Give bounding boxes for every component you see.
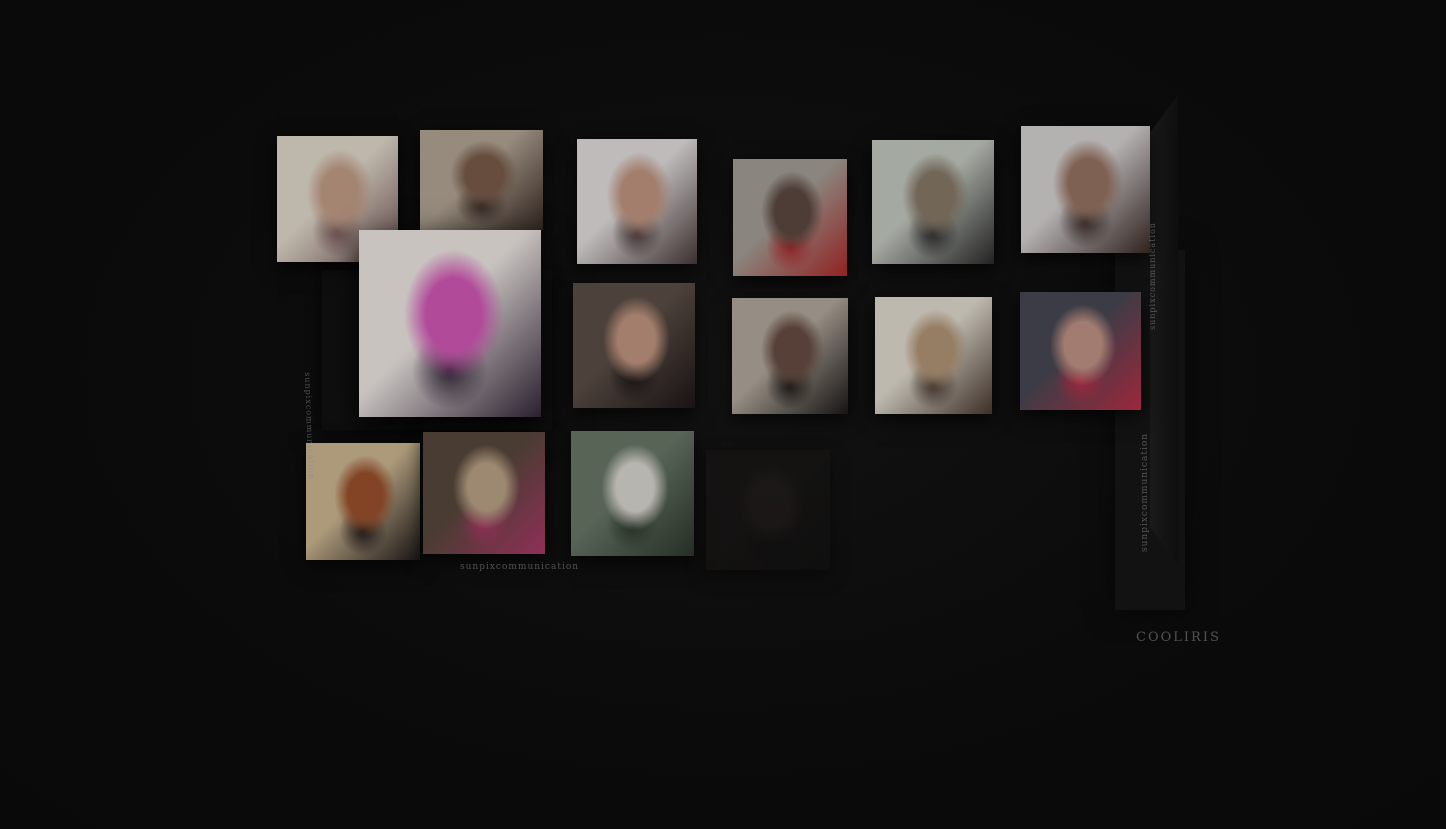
gallery-thumbnail[interactable]: [423, 432, 545, 554]
gallery-thumbnail-focused[interactable]: [359, 230, 541, 417]
photo-watermark: sunpixcommunication: [460, 562, 580, 572]
gallery-thumbnail[interactable]: [1020, 292, 1141, 410]
gallery-thumbnail[interactable]: [573, 283, 695, 408]
gallery-thumbnail[interactable]: [420, 130, 543, 230]
photo-watermark: sunpixcommunication: [303, 372, 316, 481]
gallery-thumbnail[interactable]: [571, 431, 694, 556]
gallery-thumbnail[interactable]: [577, 139, 697, 264]
photo-watermark: sunpixcommunication: [1140, 432, 1150, 552]
photo-watermark: sunpixcommunication: [1148, 222, 1157, 330]
wall-edge-panel: [1150, 95, 1178, 565]
gallery-thumbnail[interactable]: [706, 450, 830, 570]
gallery-thumbnail[interactable]: [875, 297, 992, 414]
gallery-wall-stage: sunpixcommunication sunpixcommunication …: [0, 0, 1446, 829]
brand-logo-mark: COOLIRIS: [1136, 630, 1221, 645]
gallery-thumbnail[interactable]: [732, 298, 848, 414]
photo-pink-dress-bed: [359, 230, 541, 417]
gallery-thumbnail[interactable]: [306, 443, 420, 560]
gallery-thumbnail[interactable]: [872, 140, 994, 264]
gallery-thumbnail[interactable]: [1021, 126, 1150, 253]
gallery-thumbnail[interactable]: [733, 159, 847, 276]
